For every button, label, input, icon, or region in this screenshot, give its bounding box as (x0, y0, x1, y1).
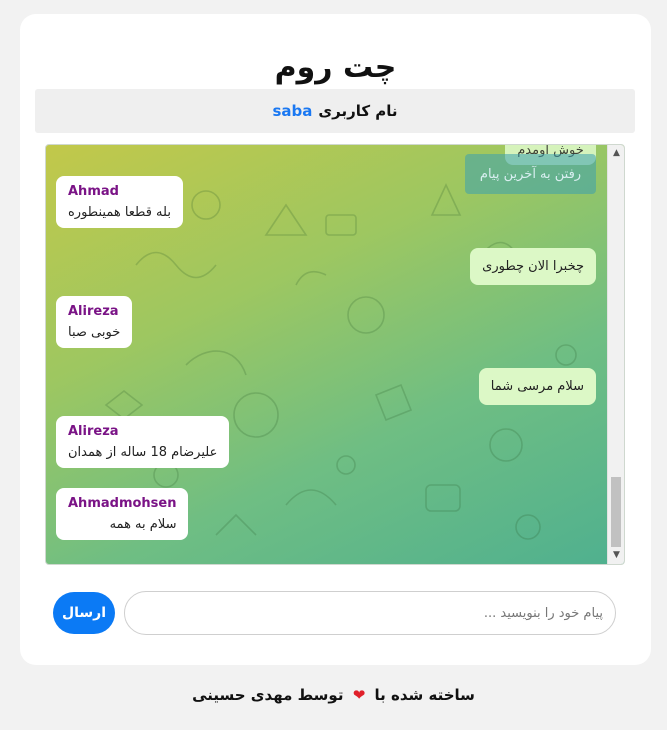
message-bubble: چخبرا الان چطوری (470, 248, 596, 285)
message-bubble: سلام مرسی شما (478, 368, 596, 405)
scroll-up-icon[interactable]: ▲ (608, 145, 624, 162)
footer-suffix: توسط مهدی حسینی (192, 686, 344, 704)
message-bubble: Alireza خوبی صبا (56, 296, 133, 348)
composer: ارسال (53, 591, 616, 635)
message-sender: Alireza (68, 424, 119, 439)
send-button[interactable]: ارسال (53, 592, 115, 634)
message-sender: Ahmadmohsen (68, 496, 177, 511)
heart-icon: ❤ (352, 686, 366, 704)
message-sender: Ahmad (68, 184, 119, 199)
page-title: چت روم (274, 50, 397, 85)
message-input[interactable] (124, 591, 616, 635)
jump-to-latest-button[interactable]: رفتن به آخرین پیام (465, 154, 596, 194)
message-list[interactable]: خوش اومدم رفتن به آخرین پیام Ahmad بله ق… (45, 144, 625, 565)
message-bubble: Ahmad بله قطعا همینطوره (56, 176, 183, 228)
message-sender: Alireza (68, 304, 119, 319)
username-value: saba (272, 102, 313, 120)
scrollbar[interactable]: ▲ ▼ (607, 145, 624, 564)
scrollbar-thumb[interactable] (611, 477, 621, 547)
message-text: خوبی صبا (68, 325, 121, 340)
footer-credit: ساخته شده با ❤ توسط مهدی حسینی (0, 686, 667, 704)
scroll-down-icon[interactable]: ▼ (608, 547, 624, 564)
message-text: علیرضام 18 ساله از همدان (68, 445, 218, 460)
username-bar: نام کاربری saba (35, 89, 635, 133)
message-bubble: Alireza علیرضام 18 ساله از همدان (56, 416, 230, 468)
message-text: سلام به همه (109, 517, 177, 532)
username-label: نام کاربری (318, 102, 398, 120)
chat-card: چت روم نام کاربری saba خوش اومدم رفتن به… (20, 14, 651, 665)
footer-prefix: ساخته شده با (374, 686, 475, 704)
message-text: سلام مرسی شما (490, 379, 584, 394)
message-bubble: Ahmadmohsen سلام به همه (56, 488, 189, 540)
message-text: چخبرا الان چطوری (482, 259, 584, 274)
message-text: بله قطعا همینطوره (68, 205, 171, 220)
